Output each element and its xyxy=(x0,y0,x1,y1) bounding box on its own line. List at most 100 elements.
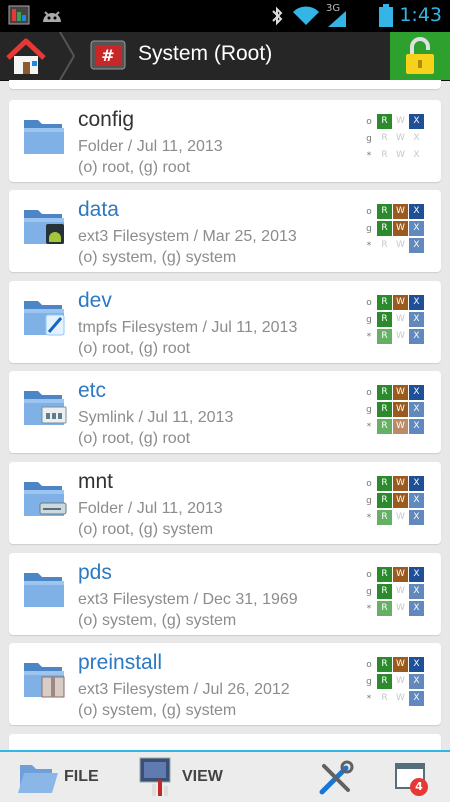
permission-row: * R W X xyxy=(362,237,424,254)
settings-folder-icon xyxy=(24,391,67,425)
permission-row: * R W X xyxy=(362,690,424,707)
lock-toggle-button[interactable] xyxy=(390,32,450,80)
permission-class-label: o xyxy=(366,569,372,580)
home-button[interactable] xyxy=(0,32,60,80)
tools-button[interactable] xyxy=(314,752,358,802)
permission-cell: R xyxy=(377,238,392,253)
permission-row: oRWX xyxy=(362,475,424,492)
permission-cell: R xyxy=(377,329,392,344)
file-menu-button[interactable]: FILE xyxy=(14,752,114,802)
permission-row: oRWX xyxy=(362,566,424,583)
permission-row: * R W X xyxy=(362,509,424,526)
list-item-partial[interactable] xyxy=(9,80,441,89)
android-debug-icon xyxy=(43,11,61,22)
permission-row: oRWX xyxy=(362,113,424,130)
permission-row: gRWX xyxy=(362,583,424,600)
folder-icon xyxy=(24,120,64,154)
permission-class-label: o xyxy=(366,297,372,308)
permissions-grid: o R W Xg R W X * R W X xyxy=(362,113,424,164)
list-item-partial[interactable] xyxy=(9,734,441,750)
permission-class-label: * xyxy=(366,331,372,342)
permission-cell: X xyxy=(409,601,424,616)
permission-cell: R xyxy=(377,114,392,129)
folder-icon xyxy=(24,573,64,607)
permission-cell: X xyxy=(409,204,424,219)
item-name: dev xyxy=(78,289,112,312)
permission-cell: W xyxy=(393,493,408,508)
item-owner: (o) root, (g) root xyxy=(78,340,191,357)
home-icon xyxy=(6,38,46,74)
permission-cell: X xyxy=(409,238,424,253)
screenshot-app-icon xyxy=(8,5,30,25)
permission-cell: X xyxy=(409,221,424,236)
permission-row: gRWX xyxy=(362,492,424,509)
permission-class-label: o xyxy=(366,659,372,670)
permission-class-label: g xyxy=(366,223,372,234)
bluetooth-icon xyxy=(272,6,283,26)
view-icon xyxy=(139,757,171,796)
windows-button[interactable]: 4 xyxy=(392,752,436,802)
action-bar: # System (Root) xyxy=(0,32,450,81)
permission-cell: X xyxy=(409,691,424,706)
permission-cell: X xyxy=(409,131,424,146)
permission-cell: R xyxy=(377,584,392,599)
permission-cell: W xyxy=(393,510,408,525)
permission-cell: W xyxy=(393,131,408,146)
permission-row: gRWX xyxy=(362,130,424,147)
list-item[interactable]: preinstall ext3 Filesystem / Jul 26, 201… xyxy=(9,643,441,725)
view-menu-button[interactable]: VIEW xyxy=(138,752,238,802)
list-item[interactable]: mnt Folder / Jul 11, 2013 (o) root, (g) … xyxy=(9,462,441,544)
permission-row: gRWX xyxy=(362,401,424,418)
permission-row: gRWX xyxy=(362,311,424,328)
system-root-icon: # xyxy=(90,40,126,70)
permission-row: oRWX xyxy=(362,384,424,401)
file-label: FILE xyxy=(64,768,99,785)
permission-cell: R xyxy=(377,691,392,706)
file-list: config Folder / Jul 11, 2013 (o) root, (… xyxy=(0,80,450,750)
permission-class-label: o xyxy=(366,206,372,217)
lock-open-icon xyxy=(406,37,434,74)
permission-cell: R xyxy=(377,493,392,508)
status-bar: 3G 1:43 xyxy=(0,0,450,32)
item-meta: tmpfs Filesystem / Jul 11, 2013 xyxy=(78,319,298,336)
permission-cell: R xyxy=(377,204,392,219)
permission-cell: W xyxy=(393,584,408,599)
permission-cell: W xyxy=(393,238,408,253)
tools-icon xyxy=(319,760,354,795)
permission-cell: W xyxy=(393,691,408,706)
list-item[interactable]: config Folder / Jul 11, 2013 (o) root, (… xyxy=(9,100,441,182)
permissions-grid: o R W Xg R W X * R W X xyxy=(362,203,424,254)
permission-cell: X xyxy=(409,419,424,434)
item-name: preinstall xyxy=(78,651,163,674)
permission-row: gRWX xyxy=(362,673,424,690)
item-owner: (o) root, (g) system xyxy=(78,521,214,538)
permission-cell: W xyxy=(393,295,408,310)
clock: 1:43 xyxy=(399,4,442,26)
battery-icon xyxy=(379,4,393,27)
permission-cell: X xyxy=(409,312,424,327)
list-item[interactable]: pds ext3 Filesystem / Dec 31, 1969 (o) s… xyxy=(9,553,441,635)
permission-class-label: g xyxy=(366,495,372,506)
list-item[interactable]: dev tmpfs Filesystem / Jul 11, 2013 (o) … xyxy=(9,281,441,363)
permission-cell: X xyxy=(409,657,424,672)
permission-cell: R xyxy=(377,221,392,236)
permission-class-label: o xyxy=(366,387,372,398)
permission-class-label: * xyxy=(366,421,372,432)
wifi-icon xyxy=(293,6,319,26)
permission-cell: R xyxy=(377,601,392,616)
permission-cell: W xyxy=(393,148,408,163)
item-meta: Symlink / Jul 11, 2013 xyxy=(78,409,234,426)
permission-row: * R W X xyxy=(362,147,424,164)
permission-row: oRWX xyxy=(362,656,424,673)
list-item[interactable]: etc Symlink / Jul 11, 2013 (o) root, (g)… xyxy=(9,371,441,453)
permission-cell: R xyxy=(377,510,392,525)
permission-cell: X xyxy=(409,584,424,599)
list-item[interactable]: data ext3 Filesystem / Mar 25, 2013 (o) … xyxy=(9,190,441,272)
permission-cell: X xyxy=(409,148,424,163)
item-name: config xyxy=(78,108,135,131)
item-name: mnt xyxy=(78,470,114,493)
permissions-grid: o R W Xg R W X * R W X xyxy=(362,384,424,435)
permission-cell: R xyxy=(377,385,392,400)
permissions-grid: o R W Xg R W X * R W X xyxy=(362,475,424,526)
permission-cell: R xyxy=(377,567,392,582)
